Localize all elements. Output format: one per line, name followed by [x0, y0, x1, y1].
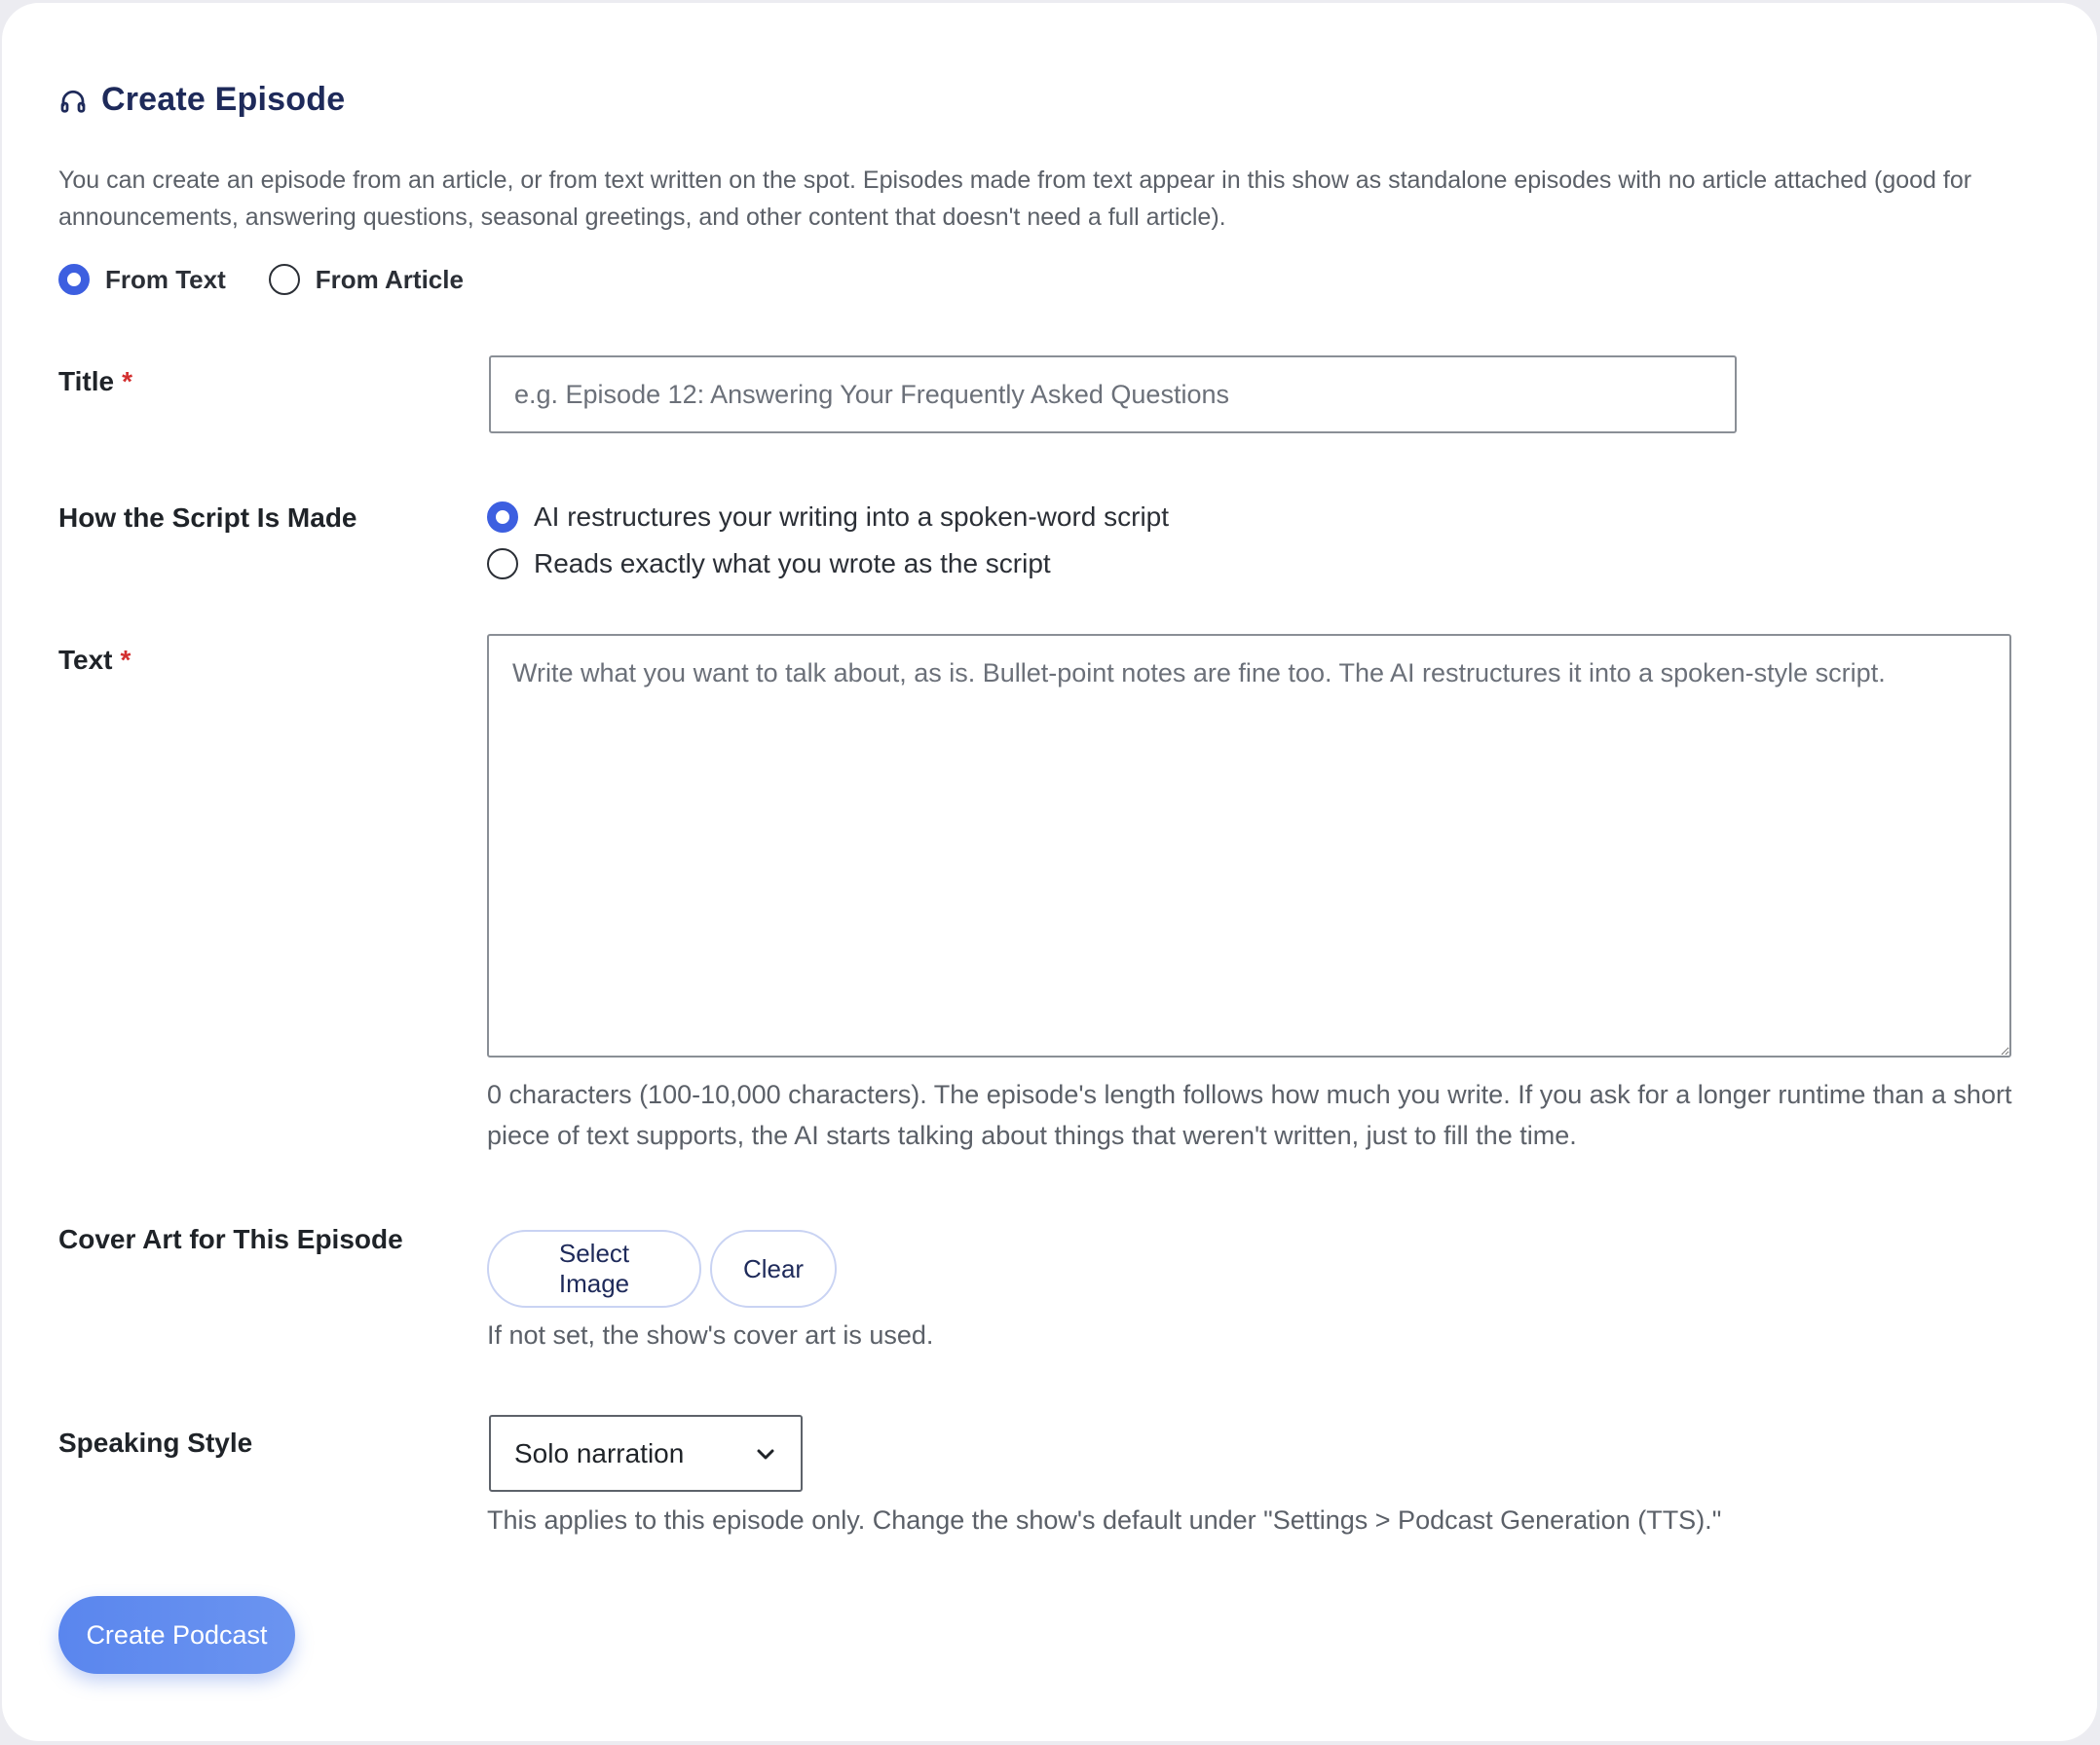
source-option-label: From Article: [315, 264, 464, 294]
speaking-style-value: Solo narration: [514, 1437, 685, 1468]
select-image-button[interactable]: Select Image: [487, 1230, 701, 1308]
title-label: Title *: [58, 366, 132, 397]
title-input[interactable]: [489, 355, 1737, 433]
intro-text: You can create an episode from an articl…: [58, 167, 1972, 231]
required-mark: *: [120, 645, 131, 675]
script-option-read-exactly[interactable]: Reads exactly what you wrote as the scri…: [487, 540, 1169, 587]
text-help: 0 characters (100-10,000 characters). Th…: [487, 1080, 2012, 1150]
radio-from-article[interactable]: [268, 264, 300, 295]
script-label: How the Script Is Made: [58, 502, 357, 533]
script-option-label: Reads exactly what you wrote as the scri…: [534, 548, 1051, 578]
cover-art-buttons: Select Image Clear: [487, 1230, 837, 1308]
speaking-style-label: Speaking Style: [58, 1428, 253, 1458]
speaking-style-help: This applies to this episode only. Chang…: [487, 1505, 1722, 1535]
speaking-style-select[interactable]: Solo narration: [489, 1415, 803, 1492]
chevron-down-icon: [754, 1442, 777, 1466]
radio-from-text[interactable]: [58, 264, 90, 295]
source-option-from-text[interactable]: From Text: [58, 264, 226, 295]
required-mark: *: [122, 366, 132, 396]
page-title: Create Episode: [101, 81, 346, 118]
page-header: Create Episode: [58, 81, 345, 119]
script-option-label: AI restructures your writing into a spok…: [534, 501, 1170, 532]
cover-art-help: If not set, the show's cover art is used…: [487, 1320, 934, 1350]
text-textarea[interactable]: [487, 634, 2011, 1058]
script-mode-options: AI restructures your writing into a spok…: [487, 494, 1169, 587]
source-option-from-article[interactable]: From Article: [268, 264, 464, 295]
clear-button[interactable]: Clear: [710, 1230, 837, 1308]
create-episode-card: Create Episode You can create an episode…: [2, 3, 2097, 1741]
text-label: Text *: [58, 645, 131, 676]
title-label-text: Title: [58, 366, 115, 396]
headphones-icon: [58, 86, 88, 115]
source-option-label: From Text: [105, 264, 226, 294]
create-podcast-button[interactable]: Create Podcast: [58, 1596, 295, 1674]
script-option-ai-restructure[interactable]: AI restructures your writing into a spok…: [487, 494, 1169, 540]
source-selector: From Text From Article: [58, 264, 464, 295]
radio-read-exactly[interactable]: [487, 548, 518, 579]
text-label-text: Text: [58, 645, 113, 675]
cover-art-label: Cover Art for This Episode: [58, 1224, 403, 1254]
radio-ai-restructure[interactable]: [487, 501, 518, 533]
